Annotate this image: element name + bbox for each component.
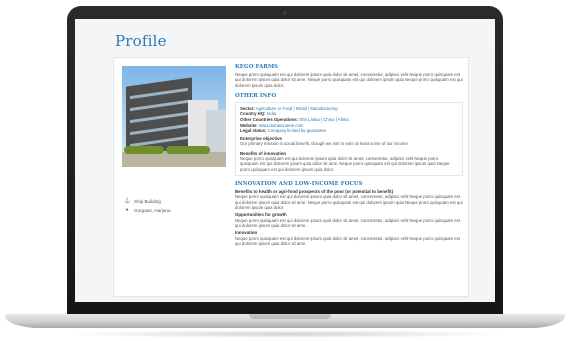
company-photo: [122, 66, 226, 167]
field-label: Sector:: [240, 105, 255, 111]
profile-details: KEGO FARMS Neque porro quisquam est qui …: [235, 64, 463, 246]
bush: [124, 146, 164, 154]
window-row: [130, 123, 188, 136]
window-row: [130, 87, 188, 100]
laptop-bezel: Profile ⚓ Ship Building ● Gurgaon, Harja…: [67, 6, 503, 315]
ship-icon: ⚓: [124, 198, 131, 204]
field-legal-status: Legal status: Company limited by guarant…: [240, 128, 458, 134]
company-name: KEGO FARMS: [235, 64, 279, 70]
other-info-box: Sector: Agriculture or Food | Retail | M…: [235, 101, 463, 176]
laptop-notch: [249, 314, 331, 319]
sector-location-item: ⚓ Ship Building: [124, 198, 161, 204]
other-info-title: OTHER INFO: [235, 92, 277, 99]
innovation-block-text: Neque porro quisquam est qui dolorem ips…: [235, 194, 463, 210]
company-description: Neque porro quisquam est qui dolorem ips…: [235, 72, 463, 88]
map-pin-icon: ●: [125, 207, 129, 213]
laptop-base: [5, 314, 565, 328]
sector-label: Ship Building: [134, 198, 161, 204]
city-location-item: ● Gurgaon, Harjana: [124, 207, 171, 213]
building-annex: [206, 110, 226, 152]
field-label: Other Countries Operations:: [240, 117, 299, 123]
bush: [166, 146, 210, 154]
field-label: Legal status:: [240, 128, 267, 134]
field-label: Website:: [240, 122, 258, 128]
enterprise-objective-text: Our primary mission is social benefit, t…: [240, 141, 408, 147]
innovation-block-text: Neque porro quisquam est qui dolorem ips…: [235, 235, 460, 246]
page-title: Profile: [115, 32, 167, 50]
window-row: [130, 99, 188, 112]
ground: [122, 152, 226, 167]
innovation-title: INNOVATION AND LOW-INCOME FOCUS: [235, 180, 363, 187]
laptop-screen: Profile ⚓ Ship Building ● Gurgaon, Harja…: [75, 19, 495, 302]
field-label: Country HQ:: [240, 111, 266, 117]
field-value[interactable]: Company limited by guarantee: [268, 128, 326, 133]
window-row: [130, 111, 188, 124]
building-shape: [126, 77, 192, 157]
camera-icon: [283, 11, 287, 15]
website-link[interactable]: www.domainname.com: [259, 123, 303, 128]
field-value[interactable]: India: [267, 111, 276, 116]
profile-card: ⚓ Ship Building ● Gurgaon, Harjana KEGO …: [113, 57, 469, 297]
innovation-block-text: Neque porro quisquam est qui dolorem ips…: [235, 217, 460, 228]
field-value[interactable]: Agriculture or Food | Retail | Manufactu…: [256, 106, 338, 111]
field-value[interactable]: Shri Lanka | China | Afrika: [299, 117, 349, 122]
benefits-text: Neque porro quisquam est qui dolorem ips…: [240, 155, 450, 172]
laptop-shadow: [60, 330, 510, 338]
city-label: Gurgaon, Harjana: [134, 207, 171, 213]
